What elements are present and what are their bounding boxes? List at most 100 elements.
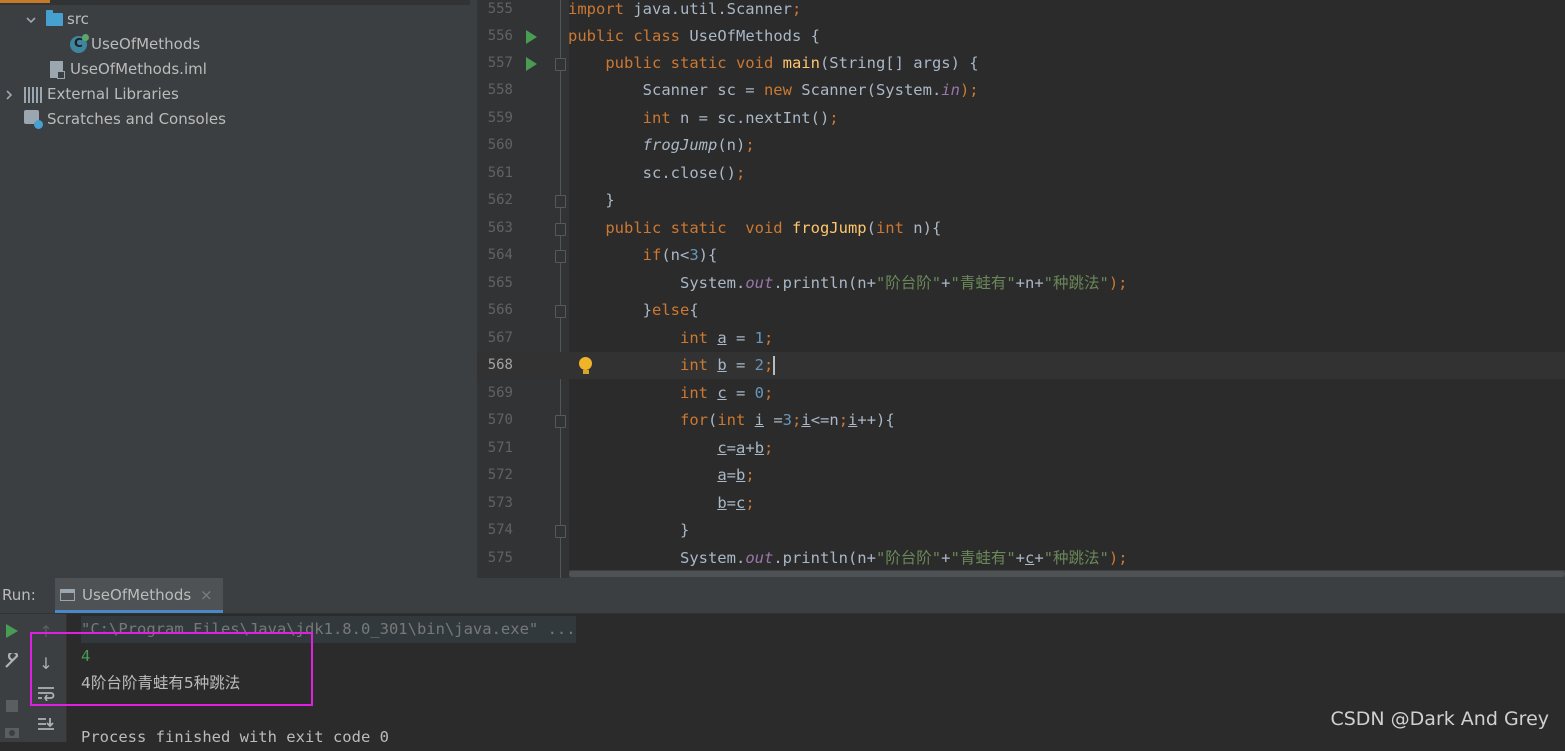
editor-horizontal-scrollbar[interactable]: [569, 570, 1565, 578]
code-text[interactable]: }else{: [568, 297, 699, 324]
code-line[interactable]: 569 int c = 0;: [477, 380, 1565, 407]
code-line[interactable]: 567 int a = 1;: [477, 325, 1565, 352]
code-text[interactable]: if(n<3){: [568, 242, 718, 269]
run-main-icon[interactable]: [526, 57, 537, 71]
code-text[interactable]: System.out.println(n+"阶台阶"+"青蛙有"+c+"种跳法"…: [568, 545, 1128, 572]
line-number: 572: [487, 467, 513, 483]
run-class-icon[interactable]: [526, 30, 537, 44]
code-text[interactable]: frogJump(n);: [568, 132, 755, 159]
code-line[interactable]: 572 a=b;: [477, 462, 1565, 489]
tree-item-label: src: [67, 10, 89, 28]
line-number: 563: [487, 220, 513, 236]
code-line[interactable]: 564 if(n<3){: [477, 242, 1565, 269]
selected-item-strip: [0, 0, 470, 5]
current-code-line[interactable]: 568 int b = 2;: [477, 352, 1565, 379]
line-number: 566: [487, 302, 513, 318]
line-number: 564: [487, 247, 513, 263]
line-number: 568: [487, 357, 513, 373]
code-line[interactable]: 555 import java.util.Scanner;: [477, 0, 1565, 23]
rerun-icon[interactable]: [6, 624, 18, 638]
code-line[interactable]: 574 }: [477, 517, 1565, 544]
stop-icon[interactable]: [6, 700, 18, 712]
code-line[interactable]: 563 public static void frogJump(int n){: [477, 215, 1565, 242]
line-number: 570: [487, 412, 513, 428]
code-line[interactable]: 565 System.out.println(n+"阶台阶"+"青蛙有"+n+"…: [477, 270, 1565, 297]
code-line[interactable]: 575 System.out.println(n+"阶台阶"+"青蛙有"+c+"…: [477, 545, 1565, 572]
run-left-toolbar: [0, 614, 24, 742]
code-line[interactable]: 557 public static void main(String[] arg…: [477, 50, 1565, 77]
scratches-icon: [24, 110, 43, 129]
chevron-right-icon[interactable]: [2, 88, 16, 102]
code-line[interactable]: 558 Scanner sc = new Scanner(System.in);: [477, 77, 1565, 104]
code-line[interactable]: 562 }: [477, 187, 1565, 214]
code-text[interactable]: a=b;: [568, 462, 754, 489]
tree-item-src[interactable]: src: [24, 7, 89, 32]
tree-item-label: Scratches and Consoles: [47, 110, 226, 128]
code-text[interactable]: public class UseOfMethods {: [568, 23, 820, 50]
code-line[interactable]: 559 int n = sc.nextInt();: [477, 105, 1565, 132]
run-tab-label: UseOfMethods: [82, 586, 192, 604]
code-text[interactable]: public static void main(String[] args) {: [568, 50, 978, 77]
close-icon[interactable]: ×: [200, 586, 213, 604]
fold-icon[interactable]: [555, 250, 566, 263]
run-title: Run:: [2, 586, 36, 604]
fold-icon[interactable]: [555, 223, 566, 236]
code-text[interactable]: int n = sc.nextInt();: [568, 105, 839, 132]
tree-item-iml-file[interactable]: UseOfMethods.iml: [50, 57, 207, 82]
line-number: 559: [487, 110, 513, 126]
code-text[interactable]: System.out.println(n+"阶台阶"+"青蛙有"+n+"种跳法"…: [568, 270, 1128, 297]
code-text[interactable]: c=a+b;: [568, 435, 773, 462]
line-number: 556: [487, 28, 513, 44]
code-text[interactable]: }: [568, 187, 614, 214]
camera-icon[interactable]: [0, 722, 24, 746]
run-tab-useofmethods[interactable]: UseOfMethods ×: [55, 578, 223, 613]
code-line[interactable]: 571 c=a+b;: [477, 435, 1565, 462]
code-line[interactable]: 561 sc.close();: [477, 160, 1565, 187]
tree-item-scratches[interactable]: Scratches and Consoles: [24, 107, 226, 132]
iml-file-icon: [50, 61, 65, 79]
folder-icon: [46, 10, 63, 26]
line-number: 575: [487, 550, 513, 566]
code-editor[interactable]: 555 import java.util.Scanner; 556 public…: [477, 0, 1565, 578]
project-tree-panel: src UseOfMethods UseOfMethods.iml Extern…: [0, 0, 477, 578]
fold-icon[interactable]: [555, 525, 566, 538]
line-number: 561: [487, 165, 513, 181]
chevron-down-icon[interactable]: [24, 13, 38, 27]
code-text[interactable]: sc.close();: [568, 160, 746, 187]
code-text[interactable]: import java.util.Scanner;: [568, 0, 801, 23]
code-line[interactable]: 556 public class UseOfMethods {: [477, 23, 1565, 50]
console-exit-message: Process finished with exit code 0: [81, 728, 389, 746]
code-text[interactable]: for(int i =3;i<=n;i++){: [568, 407, 895, 434]
annotation-highlight-box: [30, 632, 313, 706]
code-line[interactable]: 560 frogJump(n);: [477, 132, 1565, 159]
tree-item-label: External Libraries: [47, 85, 179, 103]
line-number: 573: [487, 495, 513, 511]
fold-icon[interactable]: [555, 195, 566, 208]
code-text[interactable]: b=c;: [568, 490, 754, 517]
line-number: 565: [487, 275, 513, 291]
code-text[interactable]: Scanner sc = new Scanner(System.in);: [568, 77, 979, 104]
fold-icon[interactable]: [555, 305, 566, 318]
line-number: 571: [487, 440, 513, 456]
code-text[interactable]: }: [568, 517, 689, 544]
line-number: 555: [487, 1, 513, 17]
fold-icon[interactable]: [555, 58, 566, 71]
watermark: CSDN @Dark And Grey: [1330, 708, 1549, 730]
code-text[interactable]: int a = 1;: [568, 325, 773, 352]
code-text[interactable]: int c = 0;: [568, 380, 773, 407]
scroll-to-end-icon[interactable]: [34, 716, 58, 740]
code-line[interactable]: 573 b=c;: [477, 490, 1565, 517]
library-icon: [24, 86, 43, 103]
code-text[interactable]: public static void frogJump(int n){: [568, 215, 941, 242]
tree-item-label: UseOfMethods.iml: [70, 60, 207, 78]
tree-item-useofmethods[interactable]: UseOfMethods: [70, 31, 200, 57]
code-text[interactable]: int b = 2;: [568, 352, 776, 379]
line-number: 569: [487, 385, 513, 401]
code-line[interactable]: 566 }else{: [477, 297, 1565, 324]
java-class-icon: [70, 31, 89, 56]
code-line[interactable]: 570 for(int i =3;i<=n;i++){: [477, 407, 1565, 434]
fold-icon[interactable]: [555, 415, 566, 428]
line-number: 562: [487, 192, 513, 208]
wrench-icon[interactable]: [0, 650, 24, 676]
tree-item-external-libraries[interactable]: External Libraries: [2, 82, 179, 107]
